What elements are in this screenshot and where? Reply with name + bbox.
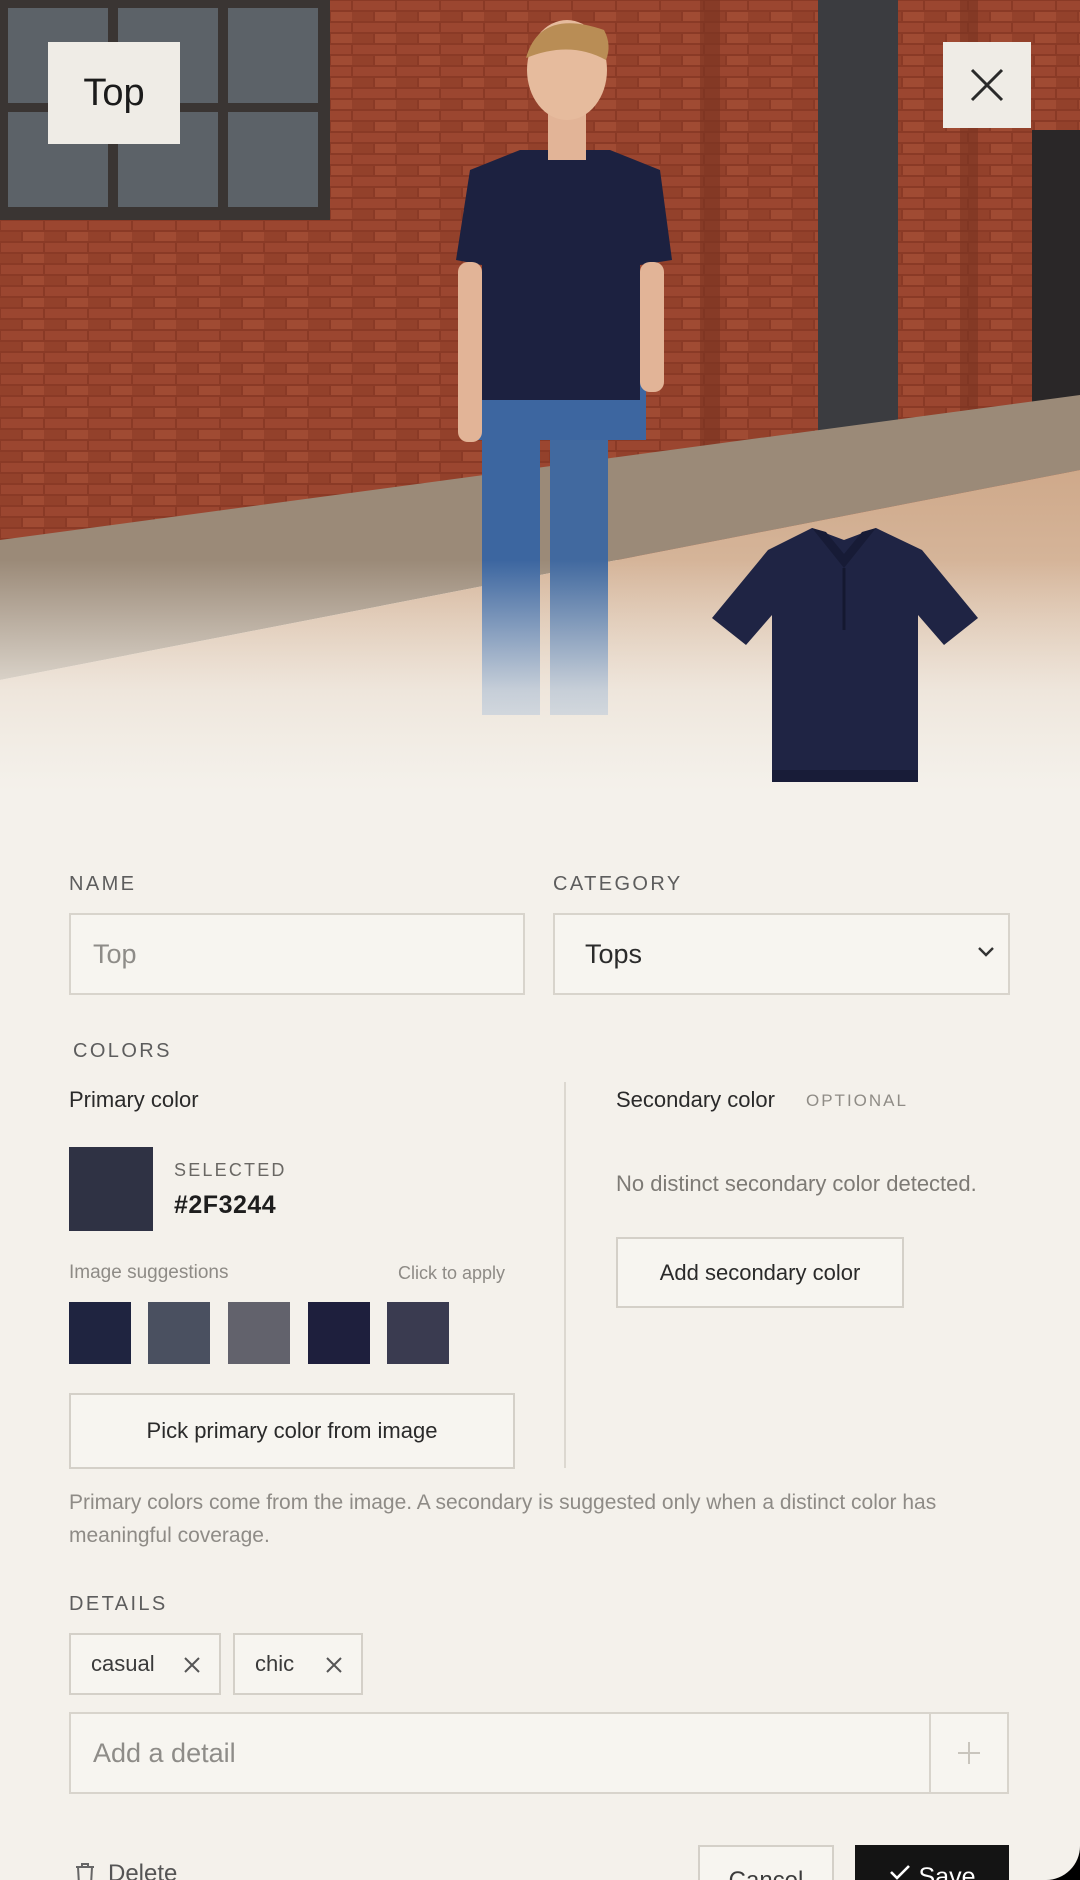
check-icon — [889, 1865, 910, 1880]
selected-hex-value: #2F3244 — [174, 1191, 277, 1219]
secondary-color-title: Secondary color — [616, 1087, 775, 1112]
suggestion-swatch-4[interactable] — [308, 1302, 370, 1364]
delete-button[interactable]: Delete — [74, 1860, 177, 1880]
item-type-badge-label: Top — [83, 71, 145, 114]
colors-section-label: COLORS — [73, 1040, 172, 1062]
colors-help-text: Primary colors come from the image. A se… — [69, 1491, 937, 1547]
colors-divider — [564, 1082, 566, 1468]
no-secondary-message: No distinct secondary color detected. — [616, 1171, 977, 1196]
detail-tag-chic: chic — [233, 1633, 363, 1695]
remove-tag-icon[interactable] — [183, 1656, 201, 1674]
trash-icon — [76, 1863, 94, 1880]
suggestion-swatch-3[interactable] — [228, 1302, 290, 1364]
click-to-apply-hint: Click to apply — [398, 1263, 506, 1283]
cancel-button[interactable]: Cancel — [698, 1845, 834, 1880]
optional-tag: OPTIONAL — [806, 1091, 908, 1110]
add-secondary-color-button[interactable]: Add secondary color — [616, 1237, 904, 1308]
selected-color-swatch — [69, 1147, 153, 1231]
detail-tag-casual: casual — [69, 1633, 221, 1695]
image-suggestions-label: Image suggestions — [69, 1262, 229, 1283]
category-select-value: Tops — [585, 938, 643, 969]
suggestion-swatch-1[interactable] — [69, 1302, 131, 1364]
name-input[interactable]: Top — [69, 913, 525, 995]
save-label: Save — [918, 1863, 976, 1880]
add-secondary-color-label: Add secondary color — [659, 1259, 861, 1285]
delete-label: Delete — [108, 1860, 178, 1880]
detail-tag-label: chic — [255, 1651, 295, 1676]
category-select[interactable]: Tops — [553, 913, 1010, 995]
primary-color-title: Primary color — [69, 1087, 199, 1112]
selected-label: SELECTED — [174, 1160, 287, 1180]
suggestion-swatch-2[interactable] — [148, 1302, 210, 1364]
category-label: CATEGORY — [553, 873, 683, 895]
add-detail-button[interactable] — [929, 1714, 1007, 1792]
name-input-placeholder: Top — [93, 938, 137, 969]
detail-tag-label: casual — [91, 1651, 155, 1676]
chevron-down-icon — [978, 947, 994, 957]
item-type-badge: Top — [48, 42, 180, 144]
edit-item-sheet: Top NAME Top CATEGORY Tops COLORS Primar… — [0, 0, 1080, 1880]
name-label: NAME — [69, 873, 137, 895]
add-detail-input[interactable]: Add a detail — [69, 1712, 1009, 1794]
save-button[interactable]: Save — [855, 1845, 1009, 1880]
garment-cutout-image — [712, 528, 978, 782]
close-icon — [970, 68, 1004, 102]
remove-tag-icon[interactable] — [325, 1656, 343, 1674]
add-detail-placeholder: Add a detail — [93, 1738, 236, 1768]
close-button[interactable] — [943, 42, 1031, 128]
suggestion-swatch-5[interactable] — [387, 1302, 449, 1364]
cancel-label: Cancel — [729, 1867, 804, 1880]
plus-icon — [958, 1742, 980, 1764]
pick-primary-color-label: Pick primary color from image — [146, 1418, 438, 1443]
hero-photo: Top — [0, 0, 1080, 850]
pick-primary-color-button[interactable]: Pick primary color from image — [69, 1393, 515, 1469]
details-section-label: DETAILS — [69, 1593, 168, 1615]
